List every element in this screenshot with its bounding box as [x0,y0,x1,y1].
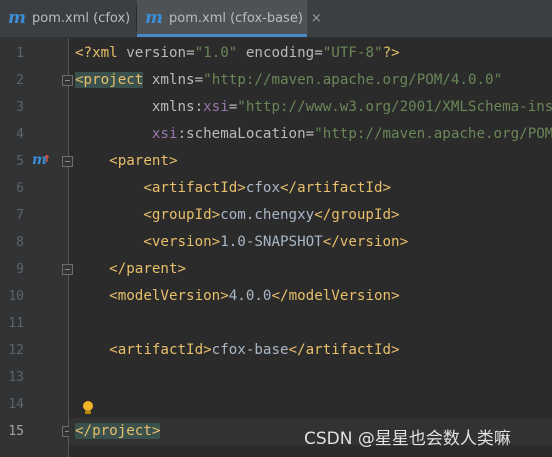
line-number: 12 [8,343,24,358]
close-icon[interactable]: × [311,11,322,26]
attr-value: "http://maven.apache.org/POM/4.0.0" [203,72,503,88]
attr-value: "1.0" [194,45,238,61]
tab-pom-cfox[interactable]: m pom.xml (cfox) [0,0,136,37]
attr-name: version [126,45,187,61]
project-open-tag: <project [75,72,144,88]
line-number: 10 [8,289,24,304]
namespace: xsi [151,126,178,142]
close-tag: </artifactId> [288,342,400,358]
line-number: 5 [16,154,24,169]
line-number: 9 [16,262,24,277]
code-line-15: </project> [75,418,161,445]
close-tag: </modelVersion> [271,288,400,304]
tag-text: cfox [245,180,281,196]
line-number: 14 [8,397,24,412]
close-tag: </groupId> [314,207,400,223]
attr-name: :schemaLocation [177,126,306,142]
line-number: 3 [16,100,24,115]
line-number: 7 [16,208,24,223]
tag-text: 4.0.0 [228,288,272,304]
line-number: 13 [8,370,24,385]
open-tag: <artifactId> [109,342,212,358]
xml-decl-close: ?> [382,45,400,61]
tag-text: com.chengxy [220,207,315,223]
attr-value: "http://maven.apache.org/POM/4.0.0 http:… [314,126,552,142]
xml-decl-open: <? [75,45,93,61]
code-editor[interactable]: <?xml version="1.0" encoding="UTF-8"?> <… [69,38,552,457]
attr-value: "http://www.w3.org/2001/XMLSchema-instan… [237,99,552,115]
parent-open-tag: <parent> [109,153,178,169]
maven-icon: m [8,8,26,28]
line-number: 2 [16,73,24,88]
attr-name: xmlns [151,72,195,88]
close-tag: </version> [322,234,409,250]
code-line-6: <artifactId>cfox</artifactId> [75,175,391,202]
parent-close-tag: </parent> [109,261,187,277]
attr-value: "UTF-8" [322,45,383,61]
code-line-10: <modelVersion>4.0.0</modelVersion> [75,283,400,310]
code-line-3: xmlns:xsi="http://www.w3.org/2001/XMLSch… [75,94,552,121]
open-tag: <artifactId> [143,180,246,196]
line-number: 8 [16,235,24,250]
line-number-gutter: 1 2 3 4 5 6 7 8 9 10 11 12 13 14 15 [0,38,68,457]
code-line-5: <parent> [75,148,178,175]
maven-icon: m [145,8,163,28]
open-tag: <groupId> [143,207,221,223]
code-line-1: <?xml version="1.0" encoding="UTF-8"?> [75,45,400,61]
code-line-7: <groupId>com.chengxy</groupId> [75,202,400,229]
close-tag: </artifactId> [280,180,392,196]
attr-name: encoding [245,45,315,61]
tab-label: pom.xml (cfox-base) [169,11,303,26]
code-line-12: <artifactId>cfox-base</artifactId> [75,337,400,364]
open-tag: <version> [143,234,221,250]
override-arrow-icon: ↑ [43,151,51,166]
tab-pom-cfox-base[interactable]: m pom.xml (cfox-base) × [137,0,322,37]
editor-tab-bar: m pom.xml (cfox) m pom.xml (cfox-base) × [0,0,552,38]
xml-decl-name: xml [92,45,118,61]
line-number: 11 [8,316,24,331]
line-number: 6 [16,181,24,196]
tag-text: cfox-base [211,342,289,358]
lightbulb-icon[interactable] [82,401,94,417]
project-close-tag: </project> [75,423,161,439]
code-line-8: <version>1.0-SNAPSHOT</version> [75,229,408,256]
attr-name: xmlns: [151,99,204,115]
tab-label: pom.xml (cfox) [32,11,131,26]
code-line-4: xsi:schemaLocation="http://maven.apache.… [75,121,552,148]
watermark: CSDN @星星也会数人类嘛 [304,429,511,449]
current-line-number: 15 [8,424,24,439]
line-number: 4 [16,127,24,142]
code-line-9: </parent> [75,256,186,283]
namespace: xsi [203,99,229,115]
code-line-2: <project xmlns="http://maven.apache.org/… [75,72,503,88]
tag-text: 1.0-SNAPSHOT [220,234,323,250]
line-number: 1 [16,46,24,61]
open-tag: <modelVersion> [109,288,229,304]
